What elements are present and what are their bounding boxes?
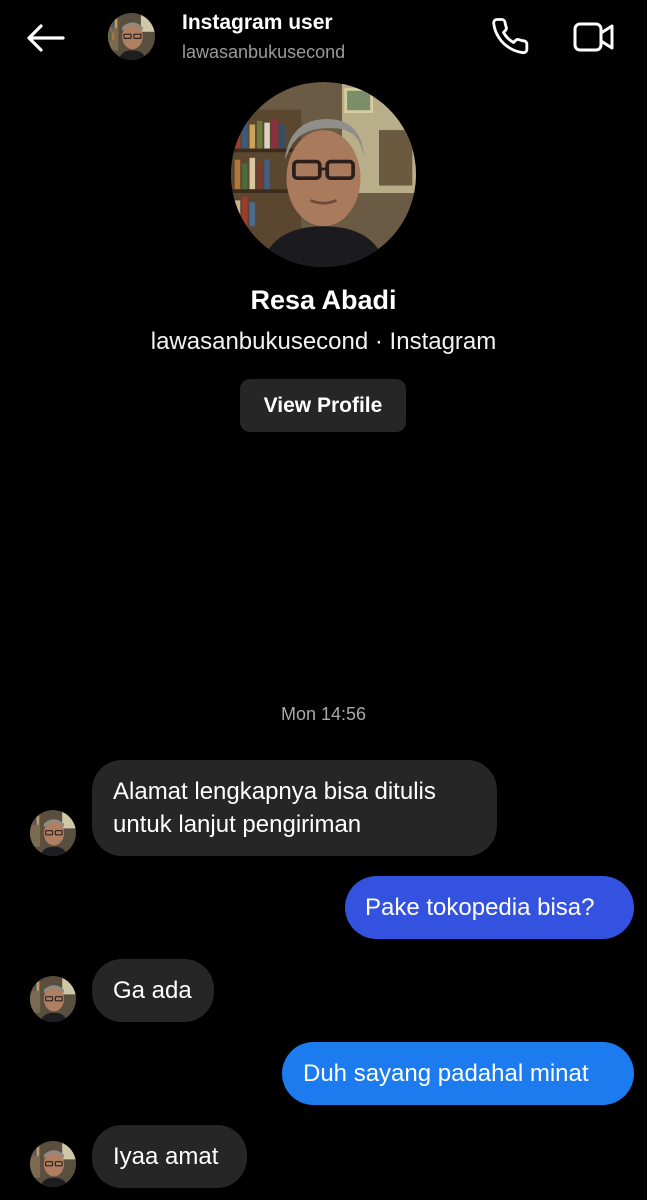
- message-text-line: Alamat lengkapnya bisa ditulis: [113, 778, 436, 805]
- header-avatar[interactable]: [108, 13, 155, 60]
- message-text-line: Duh sayang padahal minat: [303, 1060, 589, 1087]
- avatar-image: [108, 13, 155, 60]
- message-avatar[interactable]: [30, 976, 76, 1022]
- message-bubble-incoming[interactable]: Iyaa amat: [92, 1125, 247, 1188]
- audio-call-button[interactable]: [488, 14, 534, 60]
- message-avatar[interactable]: [30, 1141, 76, 1187]
- profile-name: Resa Abadi: [250, 285, 397, 315]
- message-text-line: Pake tokopedia bisa?: [365, 894, 595, 921]
- avatar-image: [30, 1141, 76, 1187]
- message-text-line: Ga ada: [113, 977, 192, 1004]
- avatar-image: [30, 810, 76, 856]
- phone-icon: [492, 18, 529, 55]
- message-bubble-incoming[interactable]: Alamat lengkapnya bisa ditulis untuk lan…: [92, 760, 497, 856]
- message-avatar[interactable]: [30, 810, 76, 856]
- view-profile-button[interactable]: View Profile: [240, 379, 406, 432]
- message-text-line: untuk lanjut pengiriman: [113, 811, 362, 838]
- chat-header: Instagram user lawasanbukusecond: [0, 0, 647, 80]
- profile-image: [231, 82, 416, 267]
- profile-photo[interactable]: [231, 82, 416, 267]
- video-call-button[interactable]: [568, 14, 620, 60]
- message-text-line: Iyaa amat: [113, 1143, 219, 1170]
- arrow-left-icon: [27, 24, 65, 52]
- message-bubble-outgoing[interactable]: Duh sayang padahal minat: [282, 1042, 634, 1105]
- avatar-image: [30, 976, 76, 1022]
- message-bubble-outgoing[interactable]: Pake tokopedia bisa?: [345, 876, 634, 939]
- profile-subtitle: lawasanbukusecond · Instagram: [150, 328, 497, 355]
- chat-username[interactable]: lawasanbukusecond: [182, 42, 345, 63]
- video-camera-icon: [573, 22, 614, 52]
- chat-title[interactable]: Instagram user: [182, 11, 333, 35]
- message-bubble-incoming[interactable]: Ga ada: [92, 959, 214, 1022]
- back-button[interactable]: [22, 18, 68, 58]
- chat-timestamp: Mon 14:56: [280, 704, 367, 724]
